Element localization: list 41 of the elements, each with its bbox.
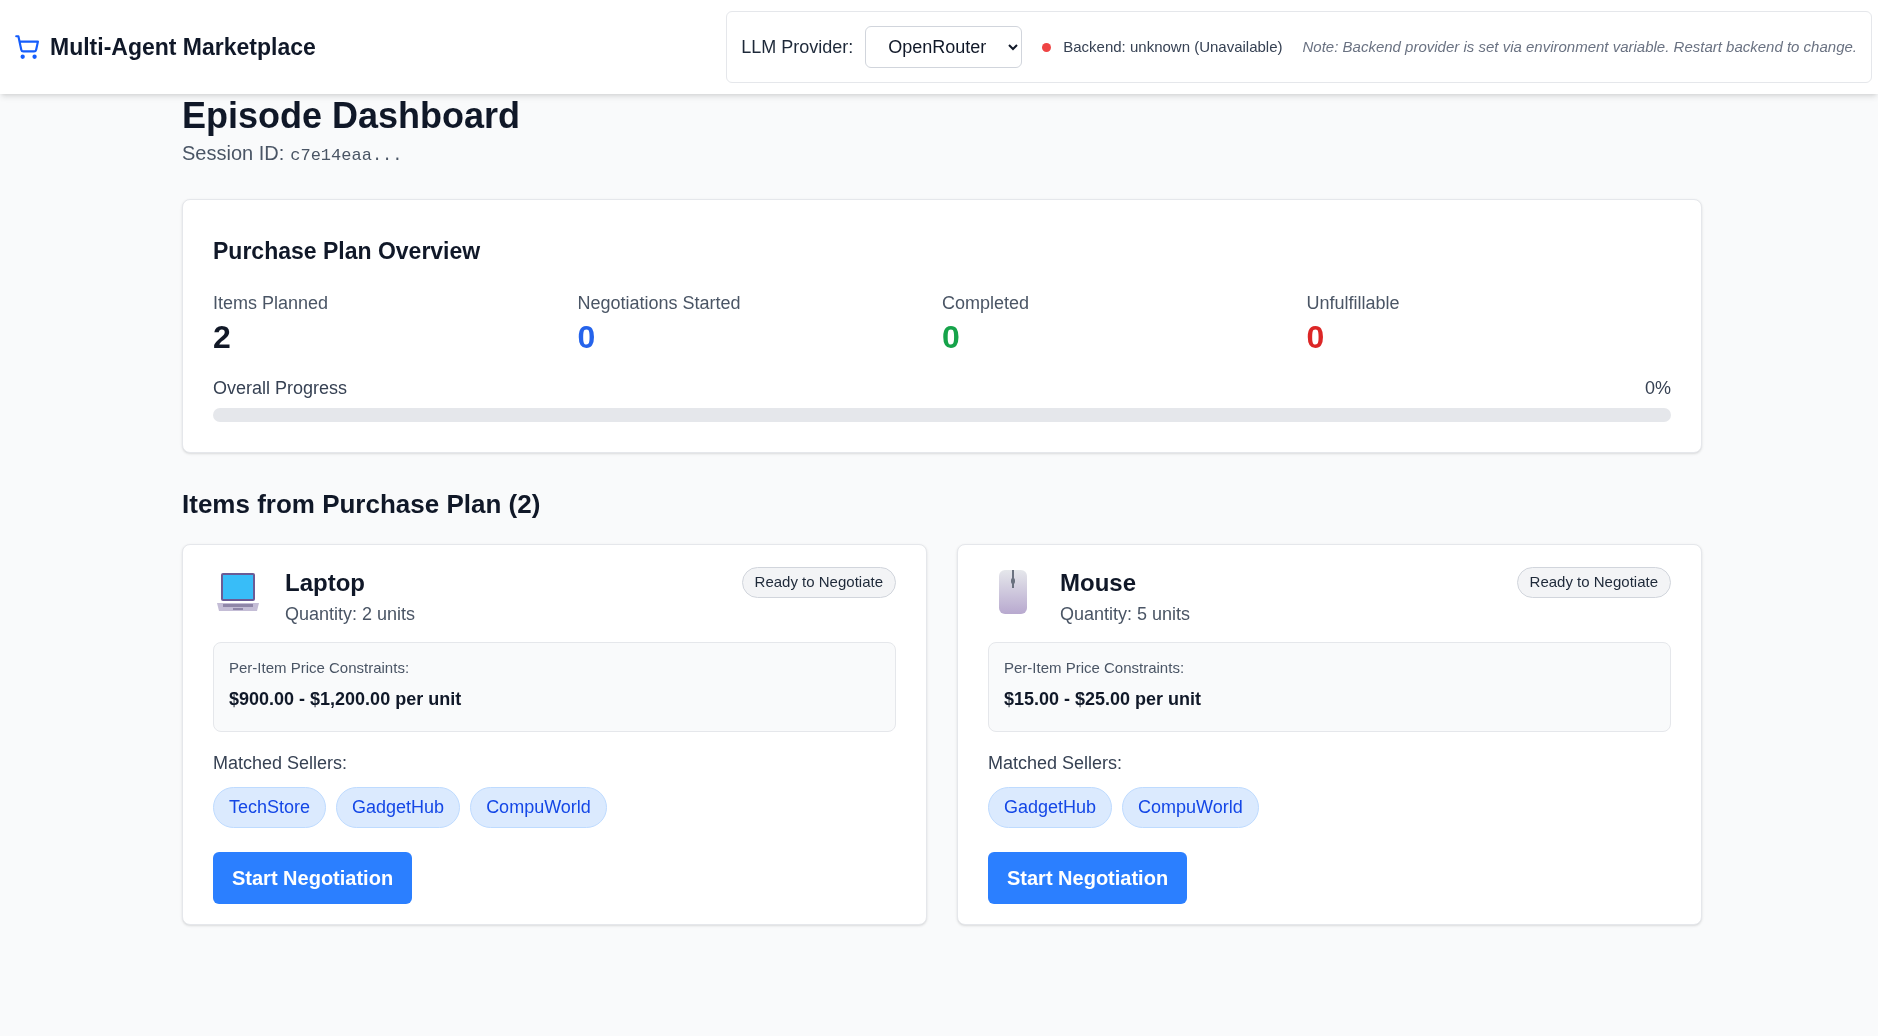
progress-label: Overall Progress xyxy=(213,377,348,400)
stat-label: Items Planned xyxy=(213,292,330,315)
provider-note: Note: Backend provider is set via environment variable. Restart backend to change. xyxy=(1302,36,1857,57)
seller-tag: GadgetHub xyxy=(988,786,1113,828)
status-badge: Ready to Negotiate xyxy=(741,567,896,598)
cart-icon xyxy=(14,34,40,60)
seller-tag: TechStore xyxy=(213,786,327,828)
sellers-label: Matched Sellers: xyxy=(988,751,1124,775)
price-range: $15.00 - $25.00 per unit xyxy=(1004,687,1203,711)
stat-label: Completed xyxy=(942,292,1031,315)
stat-label: Unfulfillable xyxy=(1306,292,1401,315)
session-label: Session ID: xyxy=(182,141,285,166)
stat-value: 2 xyxy=(213,318,232,357)
item-quantity: Quantity: 5 units xyxy=(1060,603,1191,626)
mouse-icon xyxy=(998,569,1028,615)
progress-reading: 0% xyxy=(1645,377,1671,400)
item-quantity: Quantity: 2 units xyxy=(285,603,416,626)
status-badge: Ready to Negotiate xyxy=(1516,567,1671,598)
backend-status: Backend: unknown (Unavailable) xyxy=(1063,36,1283,57)
sellers-label: Matched Sellers: xyxy=(213,751,349,775)
seller-tag: CompuWorld xyxy=(470,786,607,828)
start-negotiation-button[interactable]: Start Negotiation xyxy=(988,851,1188,904)
provider-select[interactable]: OpenRouter xyxy=(865,26,1023,68)
page-title: Episode Dashboard xyxy=(182,96,522,136)
app-title: Multi-Agent Marketplace xyxy=(50,32,316,62)
start-negotiation-button[interactable]: Start Negotiation xyxy=(213,851,413,904)
price-label: Per-Item Price Constraints: xyxy=(229,658,411,678)
overview-title: Purchase Plan Overview xyxy=(213,236,482,266)
stat-value: 0 xyxy=(577,318,597,357)
provider-label: LLM Provider: xyxy=(741,35,854,59)
stat-value: 0 xyxy=(1306,318,1326,357)
item-name: Laptop xyxy=(285,568,366,598)
seller-tag: CompuWorld xyxy=(1122,786,1259,828)
seller-tag: GadgetHub xyxy=(336,786,461,828)
stat-label: Negotiations Started xyxy=(577,292,742,315)
price-label: Per-Item Price Constraints: xyxy=(1004,658,1186,678)
stat-value: 0 xyxy=(942,318,961,357)
price-range: $900.00 - $1,200.00 per unit xyxy=(229,687,463,711)
session-id: c7e14eaa... xyxy=(290,145,403,167)
item-name: Mouse xyxy=(1060,568,1137,598)
items-heading: Items from Purchase Plan (2) xyxy=(182,488,542,521)
